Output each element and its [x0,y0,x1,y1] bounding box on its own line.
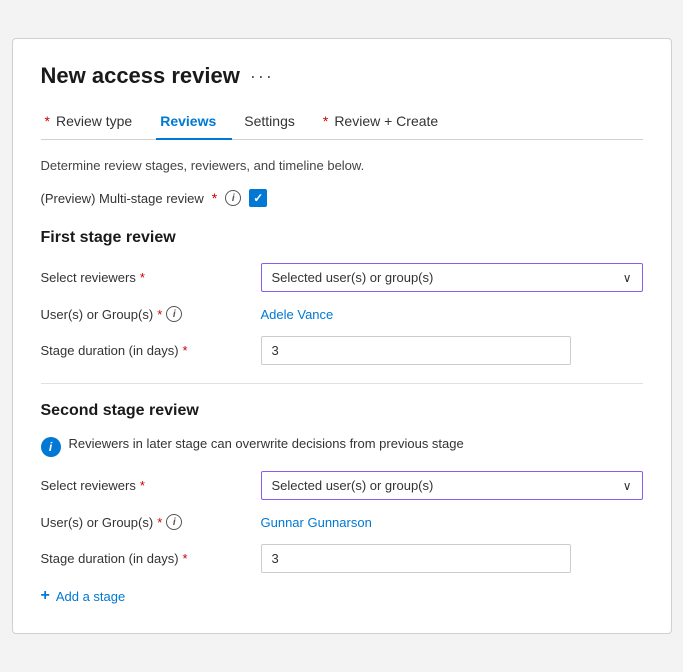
multistage-row: (Preview) Multi-stage review * i [41,189,643,207]
access-review-card: New access review ··· * Review type Revi… [12,38,672,634]
first-stage-duration-row: Stage duration (in days) * [41,336,643,365]
second-stage-duration-input[interactable] [261,544,571,573]
second-stage-info-banner: i Reviewers in later stage can overwrite… [41,436,643,457]
second-stage-users-value: Gunnar Gunnarson [261,514,643,530]
first-stage-reviewers-dropdown-value: Selected user(s) or group(s) [272,270,434,285]
tab-review-create-label: Review + Create [334,113,438,129]
first-stage-reviewers-row: Select reviewers * Selected user(s) or g… [41,263,643,292]
first-stage-reviewers-chevron-icon: ∨ [623,271,632,285]
second-stage-users-label: User(s) or Group(s) * i [41,514,261,530]
second-stage-section: Second stage review i Reviewers in later… [41,402,643,573]
second-stage-reviewers-row: Select reviewers * Selected user(s) or g… [41,471,643,500]
second-stage-duration-value [261,544,643,573]
first-stage-reviewers-label: Select reviewers * [41,270,261,285]
subtitle: Determine review stages, reviewers, and … [41,158,643,173]
nav-tabs: * Review type Reviews Settings * Review … [41,105,643,140]
second-stage-title: Second stage review [41,402,643,420]
multistage-checkbox[interactable] [249,189,267,207]
first-stage-users-info-icon[interactable]: i [166,306,182,322]
second-stage-duration-row: Stage duration (in days) * [41,544,643,573]
multistage-info-icon[interactable]: i [225,190,241,206]
second-stage-reviewers-chevron-icon: ∨ [623,479,632,493]
tab-settings[interactable]: Settings [240,105,311,139]
add-stage-label: Add a stage [56,589,125,604]
first-stage-reviewers-value: Selected user(s) or group(s) ∨ [261,263,643,292]
second-stage-users-star: * [157,515,162,530]
second-stage-duration-star: * [183,551,188,566]
first-stage-duration-input[interactable] [261,336,571,365]
first-stage-title: First stage review [41,229,643,247]
second-stage-reviewers-label: Select reviewers * [41,478,261,493]
second-stage-reviewers-value: Selected user(s) or group(s) ∨ [261,471,643,500]
required-star-review-type: * [45,113,50,129]
multistage-required-star: * [212,190,217,206]
first-stage-users-value: Adele Vance [261,306,643,322]
second-stage-users-row: User(s) or Group(s) * i Gunnar Gunnarson [41,514,643,530]
first-stage-duration-label: Stage duration (in days) * [41,343,261,358]
first-stage-reviewers-star: * [140,270,145,285]
first-stage-users-label: User(s) or Group(s) * i [41,306,261,322]
tab-review-type-label: Review type [56,113,132,129]
tab-review-type[interactable]: * Review type [41,105,149,139]
tab-reviews-label: Reviews [160,113,216,129]
second-stage-reviewers-star: * [140,478,145,493]
second-stage-reviewers-dropdown-value: Selected user(s) or group(s) [272,478,434,493]
info-circle-icon: i [41,437,61,457]
second-stage-duration-label: Stage duration (in days) * [41,551,261,566]
page-title: New access review [41,63,240,89]
first-stage-duration-value [261,336,643,365]
add-stage-button[interactable]: + Add a stage [41,587,643,605]
first-stage-users-star: * [157,307,162,322]
first-stage-duration-star: * [183,343,188,358]
divider-1 [41,383,643,384]
add-stage-icon: + [41,587,50,605]
second-stage-user-link[interactable]: Gunnar Gunnarson [261,515,372,530]
more-options-icon[interactable]: ··· [250,66,274,87]
second-stage-users-info-icon[interactable]: i [166,514,182,530]
tab-reviews[interactable]: Reviews [156,105,232,139]
second-stage-reviewers-dropdown[interactable]: Selected user(s) or group(s) ∨ [261,471,643,500]
multistage-label: (Preview) Multi-stage review [41,191,204,206]
first-stage-users-row: User(s) or Group(s) * i Adele Vance [41,306,643,322]
first-stage-reviewers-dropdown[interactable]: Selected user(s) or group(s) ∨ [261,263,643,292]
page-header: New access review ··· [41,63,643,89]
tab-review-create[interactable]: * Review + Create [319,105,454,139]
first-stage-user-link[interactable]: Adele Vance [261,307,334,322]
required-star-review-create: * [323,113,328,129]
info-banner-text: Reviewers in later stage can overwrite d… [69,436,464,451]
tab-settings-label: Settings [244,113,295,129]
first-stage-section: First stage review Select reviewers * Se… [41,229,643,365]
